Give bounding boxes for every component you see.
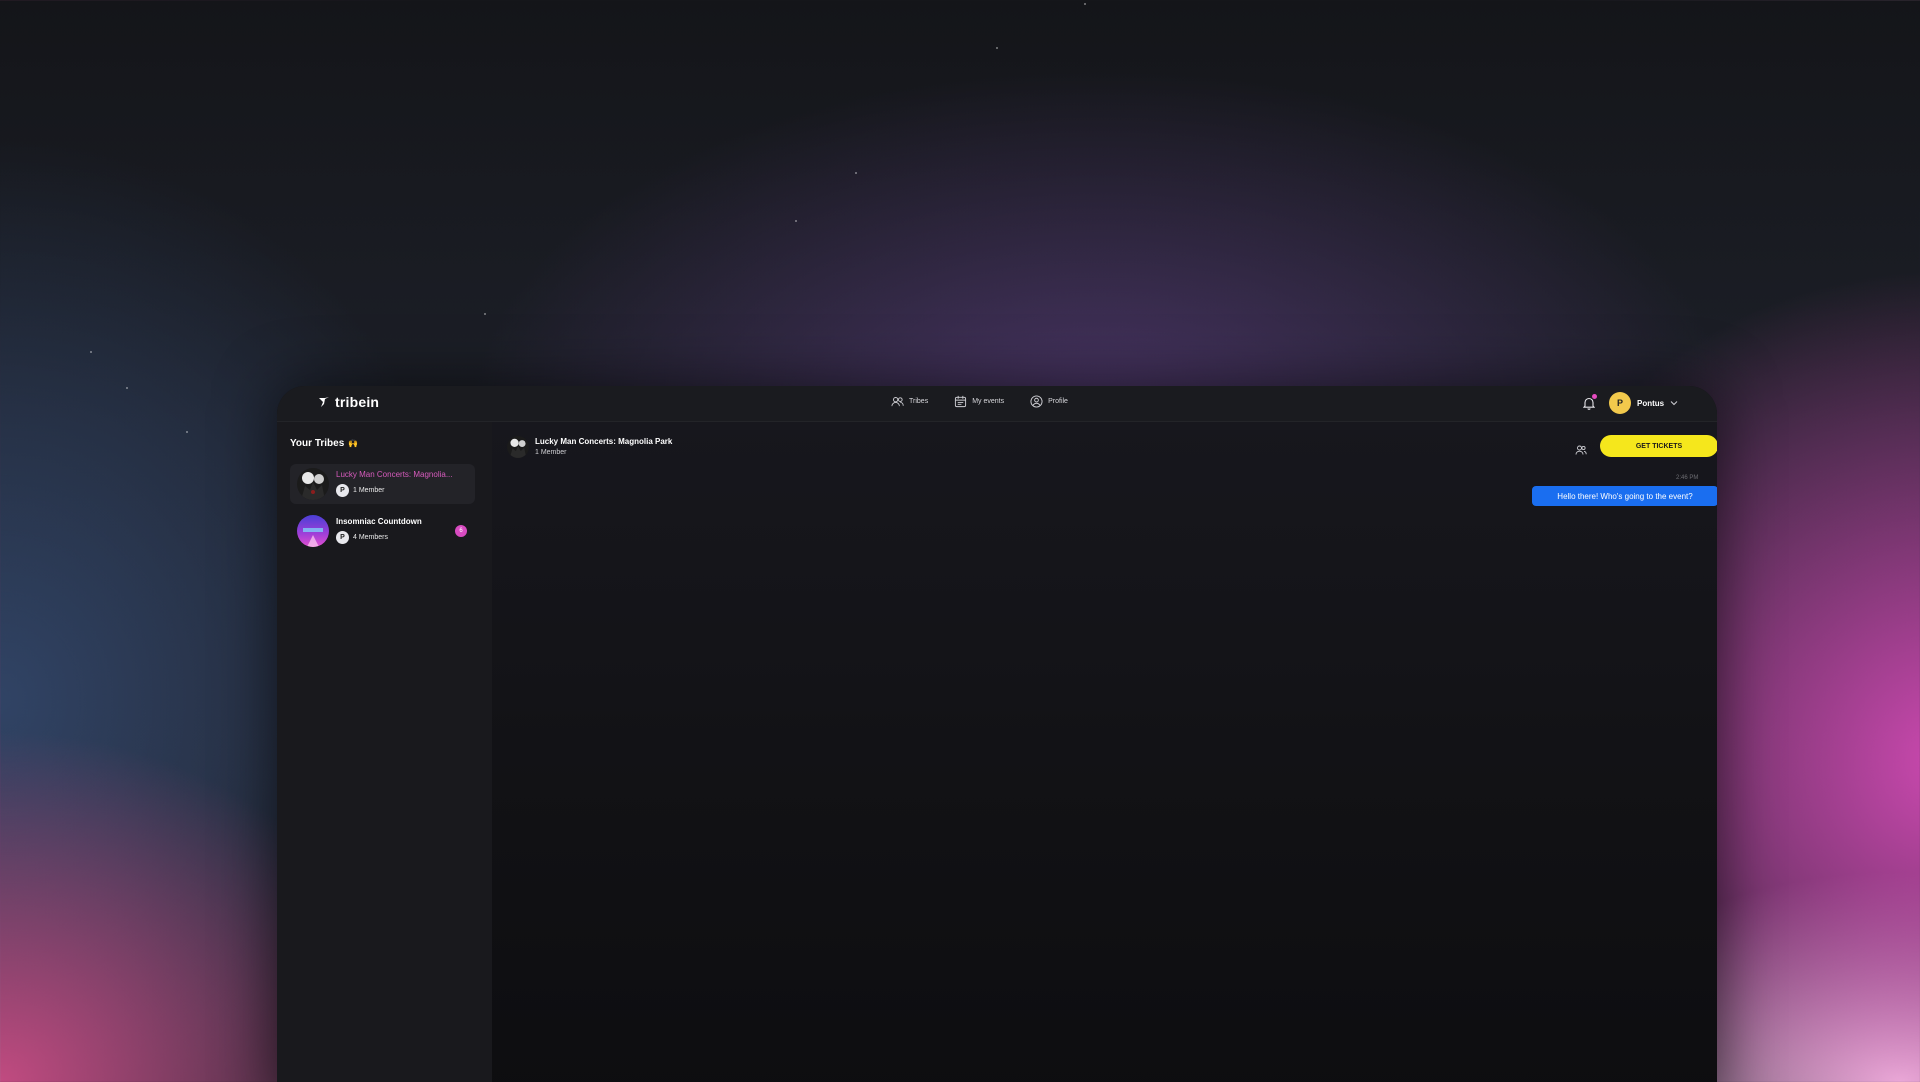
raised-hands-icon: 🙌 (348, 439, 359, 448)
background-star (126, 387, 128, 389)
tribe-image (297, 515, 329, 547)
nav-tribes-label: Tribes (909, 398, 929, 405)
top-bar: tribein Tribes My events Profile P Pontu… (277, 386, 1717, 422)
message-timestamp: 2:46 PM (1676, 475, 1699, 481)
app-logo[interactable]: tribein (317, 394, 379, 410)
tribe-members: P 1 Member (336, 484, 385, 497)
app-window: tribein Tribes My events Profile P Pontu… (277, 386, 1717, 1082)
nav-tribes[interactable]: Tribes (891, 395, 928, 408)
tribe-item-lucky-man[interactable]: Lucky Man Concerts: Magnolia... P 1 Memb… (290, 464, 475, 504)
main-nav: Tribes My events Profile (891, 395, 1068, 408)
member-avatar: P (336, 531, 349, 544)
tribe-name: Insomniac Countdown (336, 517, 422, 526)
background-star (855, 172, 857, 174)
chat-member-count: 1 Member (535, 449, 567, 456)
members-icon[interactable] (1575, 444, 1587, 456)
chevron-down-icon (1670, 401, 1678, 406)
background-star (795, 220, 797, 222)
nav-my-events-label: My events (972, 398, 1005, 405)
people-icon (891, 397, 904, 407)
tribein-logo-icon (319, 397, 329, 407)
app-name: tribein (335, 394, 380, 410)
background-star (1084, 3, 1086, 5)
user-name: Pontus (1637, 398, 1665, 408)
avatar: P (1609, 392, 1631, 414)
background-star (90, 351, 92, 353)
chat-title: Lucky Man Concerts: Magnolia Park (535, 437, 673, 446)
sidebar-title-text: Your Tribes (290, 438, 345, 449)
member-avatar: P (336, 484, 349, 497)
chat-tribe-image (507, 436, 529, 458)
sidebar-title: Your Tribes 🙌 (290, 438, 358, 449)
chat-panel: Lucky Man Concerts: Magnolia Park 1 Memb… (492, 422, 1717, 1082)
background-star (186, 431, 188, 433)
user-circle-icon (1030, 395, 1043, 408)
tribe-item-insomniac[interactable]: Insomniac Countdown P 4 Members 6 (290, 511, 475, 551)
tribe-name: Lucky Man Concerts: Magnolia... (336, 470, 453, 479)
sidebar: Your Tribes 🙌 Lucky Man Concerts: Magnol… (277, 422, 492, 1082)
notification-dot (1592, 394, 1597, 399)
get-tickets-button[interactable]: GET TICKETS (1600, 435, 1717, 457)
nav-profile-label: Profile (1048, 398, 1068, 405)
nav-profile[interactable]: Profile (1030, 395, 1068, 408)
member-count: 4 Members (353, 534, 389, 541)
tribe-members: P 4 Members (336, 531, 388, 544)
unread-badge: 6 (455, 525, 467, 537)
background-star (996, 47, 998, 49)
nav-my-events[interactable]: My events (954, 395, 1004, 408)
background-star (484, 313, 486, 315)
message-bubble: Hello there! Who's going to the event? (1532, 486, 1717, 506)
user-menu[interactable]: P Pontus (1609, 392, 1678, 414)
tribe-image (297, 468, 329, 500)
member-count: 1 Member (353, 487, 385, 494)
calendar-icon (955, 395, 967, 408)
